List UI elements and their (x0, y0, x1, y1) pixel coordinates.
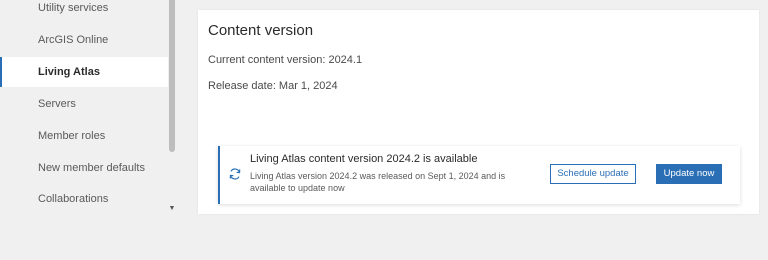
release-date: Release date: Mar 1, 2024 (208, 80, 338, 92)
sidebar-scrollbar-thumb[interactable] (169, 0, 175, 152)
current-content-version: Current content version: 2024.1 (208, 54, 363, 66)
sidebar-item-member-roles[interactable]: Member roles (0, 121, 168, 151)
schedule-update-button[interactable]: Schedule update (550, 164, 636, 184)
update-now-button[interactable]: Update now (656, 164, 722, 184)
sidebar-item-utility-services[interactable]: Utility services (0, 0, 168, 23)
sidebar-item-living-atlas[interactable]: Living Atlas (0, 57, 168, 87)
sidebar-item-servers[interactable]: Servers (0, 89, 168, 119)
content-version-panel: Content version Current content version:… (198, 10, 759, 214)
settings-sidebar: Utility services ArcGIS Online Living At… (0, 0, 168, 216)
page-title: Content version (208, 22, 314, 39)
notice-title: Living Atlas content version 2024.2 is a… (250, 153, 478, 165)
scroll-down-arrow-icon[interactable]: ▼ (168, 205, 176, 213)
notice-description: Living Atlas version 2024.2 was released… (250, 171, 506, 193)
update-available-notice: Living Atlas content version 2024.2 is a… (218, 146, 740, 204)
sidebar-item-arcgis-online[interactable]: ArcGIS Online (0, 25, 168, 55)
sidebar-item-new-member-defaults[interactable]: New member defaults (0, 153, 168, 183)
sidebar-item-collaborations[interactable]: Collaborations (0, 184, 168, 214)
refresh-icon (229, 168, 241, 180)
